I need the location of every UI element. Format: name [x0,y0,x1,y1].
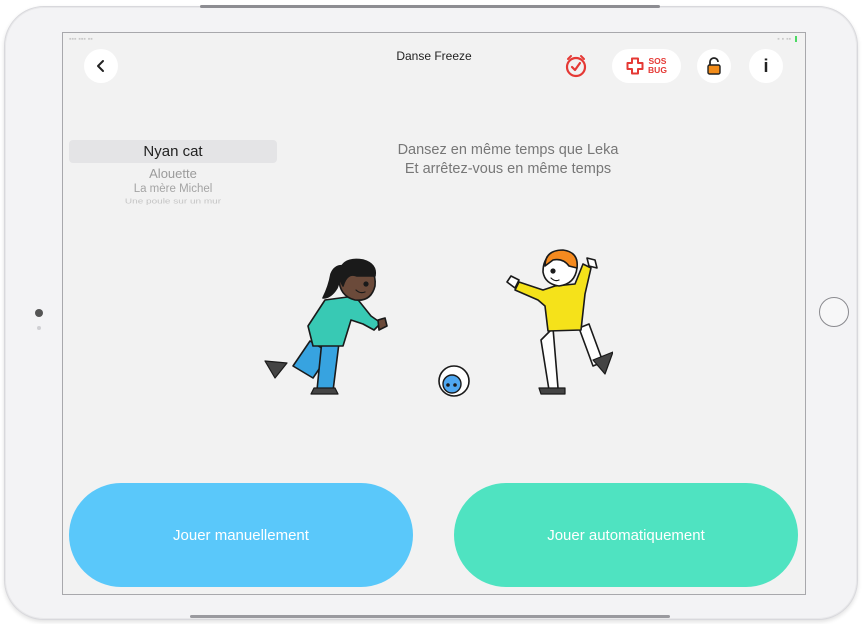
app-screen: ▪▪▪ ▪▪▪ ▪▪ ▪ ▪ ▪▪ Danse Freeze SOS BUG i [62,32,806,595]
instructions-line1: Dansez en même temps que Leka [397,142,619,158]
unlock-button[interactable] [697,49,731,83]
front-camera [35,309,43,317]
home-button[interactable] [819,297,849,327]
info-button[interactable]: i [749,49,783,83]
song-picker[interactable]: Nyan cat Alouette La mère Michel Une pou… [69,140,277,212]
sos-label: SOS BUG [648,57,667,75]
dance-illustration [264,249,613,397]
instructions-line2: Et arrêtez-vous en même temps [404,161,612,177]
sos-label-line2: BUG [648,65,667,75]
song-item[interactable]: Une poule sur un mur [69,198,277,206]
play-manual-button[interactable]: Jouer manuellement [69,483,413,587]
instructions-text: Dansez en même temps que Leka Et arrêtez… [353,141,663,179]
page-title: Danse Freeze [396,49,472,63]
play-auto-button[interactable]: Jouer automatiquement [454,483,798,587]
song-item[interactable]: La mère Michel [69,182,277,197]
timer-icon [565,55,587,78]
status-bar-left: ▪▪▪ ▪▪▪ ▪▪ [69,36,93,43]
unlock-icon [707,57,721,75]
girl-dancer [264,258,388,395]
sos-bug-button[interactable]: SOS BUG [612,49,681,83]
leka-robot [438,365,470,397]
sos-plus-icon [626,57,644,75]
info-icon: i [763,55,769,76]
timer-button[interactable] [559,49,593,83]
boy-dancer [506,249,613,395]
song-item[interactable]: Alouette [69,165,277,182]
camera-sensor [37,326,41,330]
tablet-bottom-edge [190,615,670,618]
status-bar-right: ▪ ▪ ▪▪ [777,36,797,43]
tablet-top-edge [200,5,660,8]
battery-icon [795,36,797,43]
song-item-selected[interactable]: Nyan cat [69,140,277,163]
